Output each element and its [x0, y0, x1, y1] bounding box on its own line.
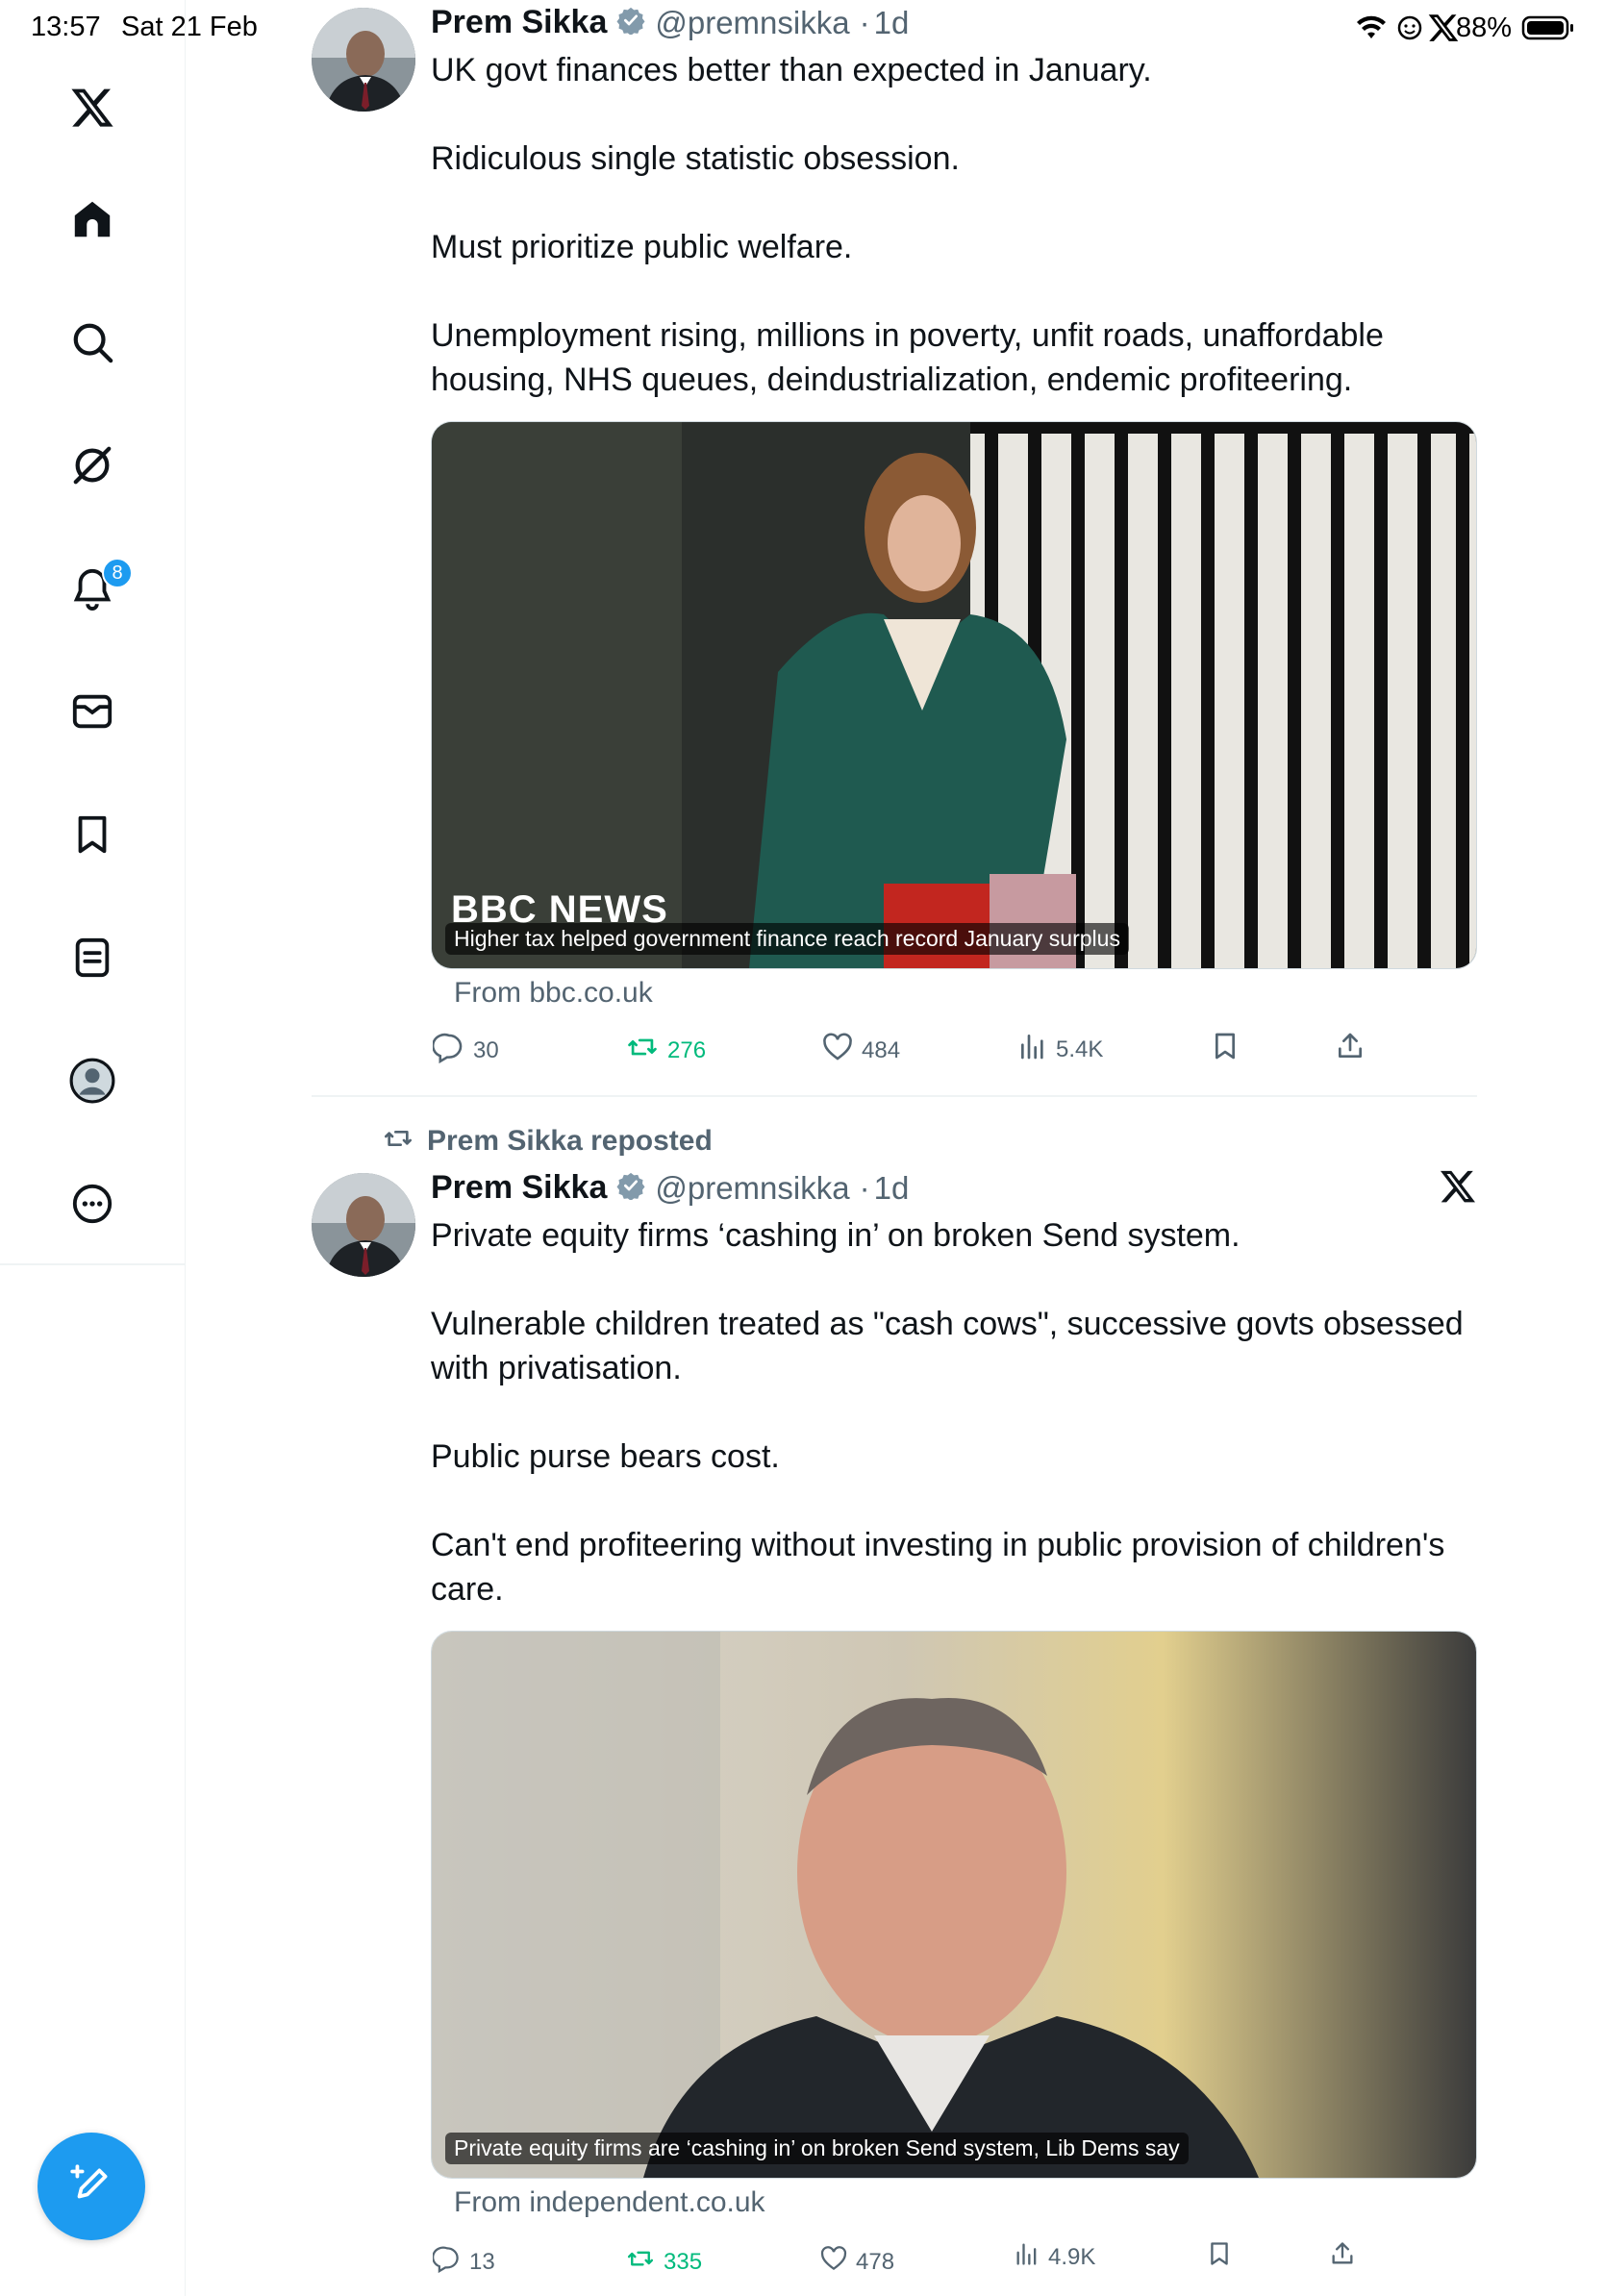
separator-dot: ·	[859, 1169, 870, 1206]
reply-button[interactable]: 30	[431, 1031, 499, 1070]
compose-icon	[67, 2160, 115, 2213]
lists-icon[interactable]	[62, 927, 123, 988]
news-photo	[432, 1632, 1476, 2178]
status-indicators: 88%	[1356, 12, 1575, 44]
x-logo-icon	[1427, 12, 1460, 44]
compose-button[interactable]	[38, 2133, 145, 2240]
bookmark-button[interactable]	[1210, 1031, 1241, 1068]
like-button[interactable]: 484	[821, 1031, 900, 1070]
tweet-header: Prem Sikka @premnsikka · 1d	[431, 4, 909, 41]
emoji-icon	[1396, 14, 1423, 41]
bookmarks-icon[interactable]	[62, 804, 123, 865]
battery-level: 88%	[1455, 12, 1512, 43]
notification-badge: 8	[102, 558, 133, 588]
author-name[interactable]: Prem Sikka	[431, 1169, 607, 1207]
tweet-header: Prem Sikka @premnsikka · 1d	[431, 1169, 909, 1207]
bookmark-icon	[1206, 2240, 1233, 2274]
share-icon	[1335, 1031, 1366, 1068]
reply-icon	[431, 1031, 465, 1070]
link-source[interactable]: From bbc.co.uk	[454, 977, 653, 1010]
share-button[interactable]	[1329, 2240, 1356, 2274]
reply-count: 30	[473, 1036, 499, 1063]
grok-icon[interactable]	[62, 435, 123, 496]
like-count: 478	[856, 2248, 895, 2275]
avatar[interactable]	[312, 8, 415, 112]
author-name[interactable]: Prem Sikka	[431, 4, 607, 41]
profile-icon[interactable]	[62, 1050, 123, 1111]
wifi-icon	[1356, 15, 1387, 40]
tweet-age[interactable]: 1d	[874, 5, 910, 41]
views-button[interactable]: 5.4K	[1017, 1031, 1103, 1068]
tweet-age[interactable]: 1d	[874, 1170, 910, 1207]
verified-badge-icon	[616, 6, 645, 39]
tweet-divider	[312, 1095, 1477, 1097]
link-card-image[interactable]: Private equity firms are ‘cashing in’ on…	[431, 1631, 1477, 2179]
like-count: 484	[862, 1036, 901, 1063]
image-caption: Higher tax helped government finance rea…	[445, 923, 1129, 955]
bookmark-button[interactable]	[1206, 2240, 1233, 2274]
repost-count: 276	[667, 1036, 707, 1063]
reply-button[interactable]: 13	[432, 2244, 495, 2280]
repost-icon	[625, 2244, 656, 2280]
author-handle[interactable]: @premnsikka	[655, 1170, 849, 1207]
home-icon[interactable]	[62, 188, 123, 250]
author-handle[interactable]: @premnsikka	[655, 5, 849, 41]
views-button[interactable]: 4.9K	[1014, 2240, 1095, 2274]
news-photo	[432, 422, 1476, 968]
messages-icon[interactable]	[62, 681, 123, 742]
share-icon	[1329, 2240, 1356, 2274]
repost-icon	[381, 1123, 415, 1159]
view-count: 4.9K	[1048, 2243, 1096, 2270]
link-card-image[interactable]: BBC NEWS Higher tax helped government fi…	[431, 421, 1477, 969]
view-count: 5.4K	[1056, 1036, 1104, 1062]
repost-label: Prem Sikka reposted	[427, 1124, 713, 1157]
tweet-text: Private equity firms ‘cashing in’ on bro…	[431, 1217, 1464, 1608]
like-button[interactable]: 478	[819, 2244, 894, 2280]
reply-count: 13	[469, 2248, 495, 2275]
x-logo-icon	[1439, 1167, 1477, 1210]
repost-count: 335	[664, 2248, 703, 2275]
x-logo-icon[interactable]	[62, 77, 123, 138]
battery-icon	[1521, 14, 1575, 41]
sidebar-divider	[0, 1263, 185, 1265]
verified-badge-icon	[616, 1171, 645, 1205]
search-icon[interactable]	[62, 312, 123, 373]
more-icon[interactable]	[62, 1173, 123, 1235]
bookmark-icon	[1210, 1031, 1241, 1068]
share-button[interactable]	[1335, 1031, 1366, 1068]
reply-icon	[432, 2244, 462, 2280]
tweet-text: UK govt finances better than expected in…	[431, 52, 1384, 398]
repost-icon	[625, 1031, 660, 1070]
repost-button[interactable]: 276	[625, 1031, 706, 1070]
heart-icon	[821, 1031, 854, 1070]
image-caption: Private equity firms are ‘cashing in’ on…	[445, 2133, 1189, 2164]
link-source[interactable]: From independent.co.uk	[454, 2186, 765, 2219]
repost-button[interactable]: 335	[625, 2244, 702, 2280]
views-icon	[1014, 2240, 1040, 2274]
separator-dot: ·	[859, 4, 870, 40]
repost-indicator[interactable]: Prem Sikka reposted	[381, 1123, 713, 1159]
heart-icon	[819, 2244, 848, 2280]
avatar[interactable]	[312, 1173, 415, 1277]
views-icon	[1017, 1031, 1048, 1068]
